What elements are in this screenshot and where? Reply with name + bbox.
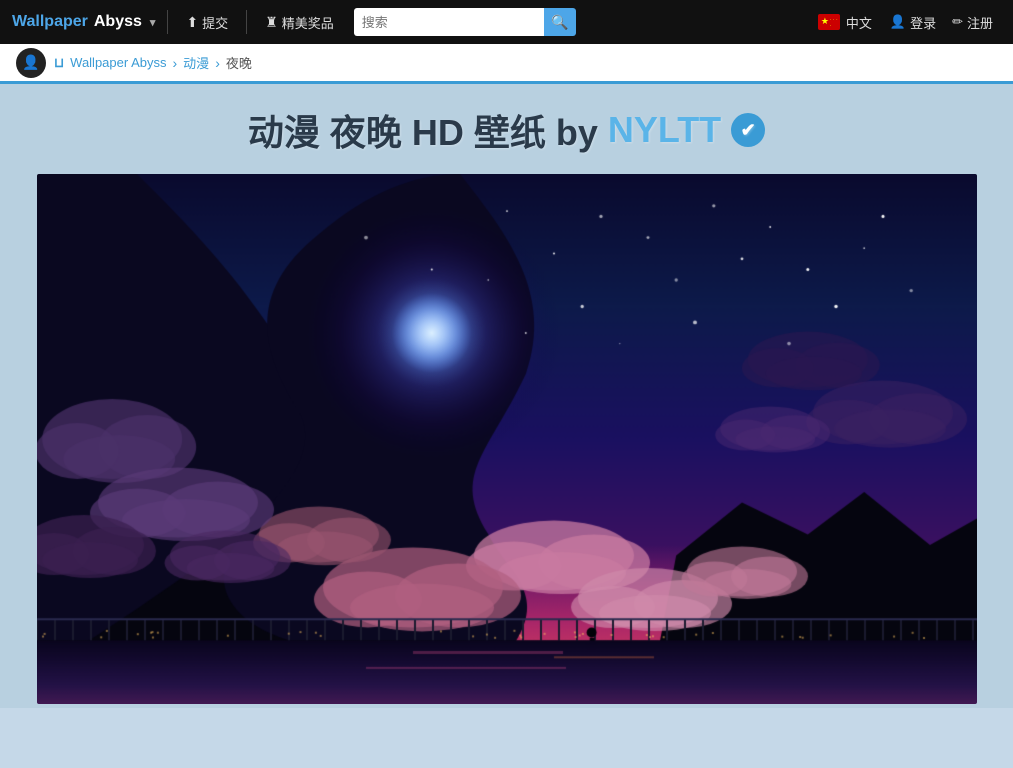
brand-abyss: Abyss <box>94 13 142 31</box>
wallpaper-container <box>37 174 977 704</box>
search-input[interactable] <box>354 8 544 36</box>
register-button[interactable]: ✏ 注册 <box>944 9 1001 36</box>
upload-icon: ⬆ <box>186 14 198 31</box>
upload-button[interactable]: ⬆ 提交 <box>176 9 238 36</box>
brand-wallpaper: Wallpaper <box>12 13 88 31</box>
breadcrumb-bar: 👤 ⊔ Wallpaper Abyss › 动漫 › 夜晚 <box>0 44 1013 84</box>
page-title: 动漫 夜晚 HD 壁纸 by NYLTT ✔ <box>20 104 993 156</box>
awards-icon: ♜ <box>265 14 278 31</box>
brand-logo[interactable]: Wallpaper Abyss ▾ <box>12 13 159 31</box>
breadcrumb-site[interactable]: ⊔ Wallpaper Abyss <box>54 55 167 71</box>
wallpaper-canvas <box>37 174 977 704</box>
breadcrumb-sep-1: › <box>173 55 178 71</box>
title-author: NYLTT <box>608 109 721 151</box>
login-label: 登录 <box>910 13 936 32</box>
login-icon: 👤 <box>890 14 906 30</box>
top-navigation: Wallpaper Abyss ▾ ⬆ 提交 ♜ 精美奖品 🔍 中文 👤 登录 ✏… <box>0 0 1013 44</box>
breadcrumb-site-label: Wallpaper Abyss <box>70 55 166 70</box>
upload-label: 提交 <box>202 13 228 32</box>
search-button[interactable]: 🔍 <box>544 8 576 36</box>
china-flag-icon <box>818 14 840 30</box>
title-main-text: 动漫 夜晚 HD 壁纸 by <box>248 104 598 156</box>
brand-caret: ▾ <box>150 16 156 29</box>
login-button[interactable]: 👤 登录 <box>882 9 944 36</box>
language-label: 中文 <box>846 13 872 32</box>
search-box: 🔍 <box>354 8 576 36</box>
nav-divider-1 <box>167 10 168 34</box>
breadcrumb-anime-label: 动漫 <box>183 53 209 72</box>
register-icon: ✏ <box>952 14 963 30</box>
site-icon: ⊔ <box>54 55 64 71</box>
main-content: 动漫 夜晚 HD 壁纸 by NYLTT ✔ <box>0 84 1013 708</box>
language-selector[interactable]: 中文 <box>818 13 872 32</box>
register-label: 注册 <box>967 13 993 32</box>
breadcrumb-current: 夜晚 <box>226 53 252 72</box>
home-icon[interactable]: 👤 <box>16 48 46 78</box>
awards-button[interactable]: ♜ 精美奖品 <box>255 9 344 36</box>
nav-divider-2 <box>246 10 247 34</box>
awards-label: 精美奖品 <box>282 13 334 32</box>
breadcrumb-anime[interactable]: 动漫 <box>183 53 209 72</box>
breadcrumb-sep-2: › <box>215 55 220 71</box>
search-icon: 🔍 <box>551 14 568 31</box>
verified-badge-icon: ✔ <box>731 113 765 147</box>
